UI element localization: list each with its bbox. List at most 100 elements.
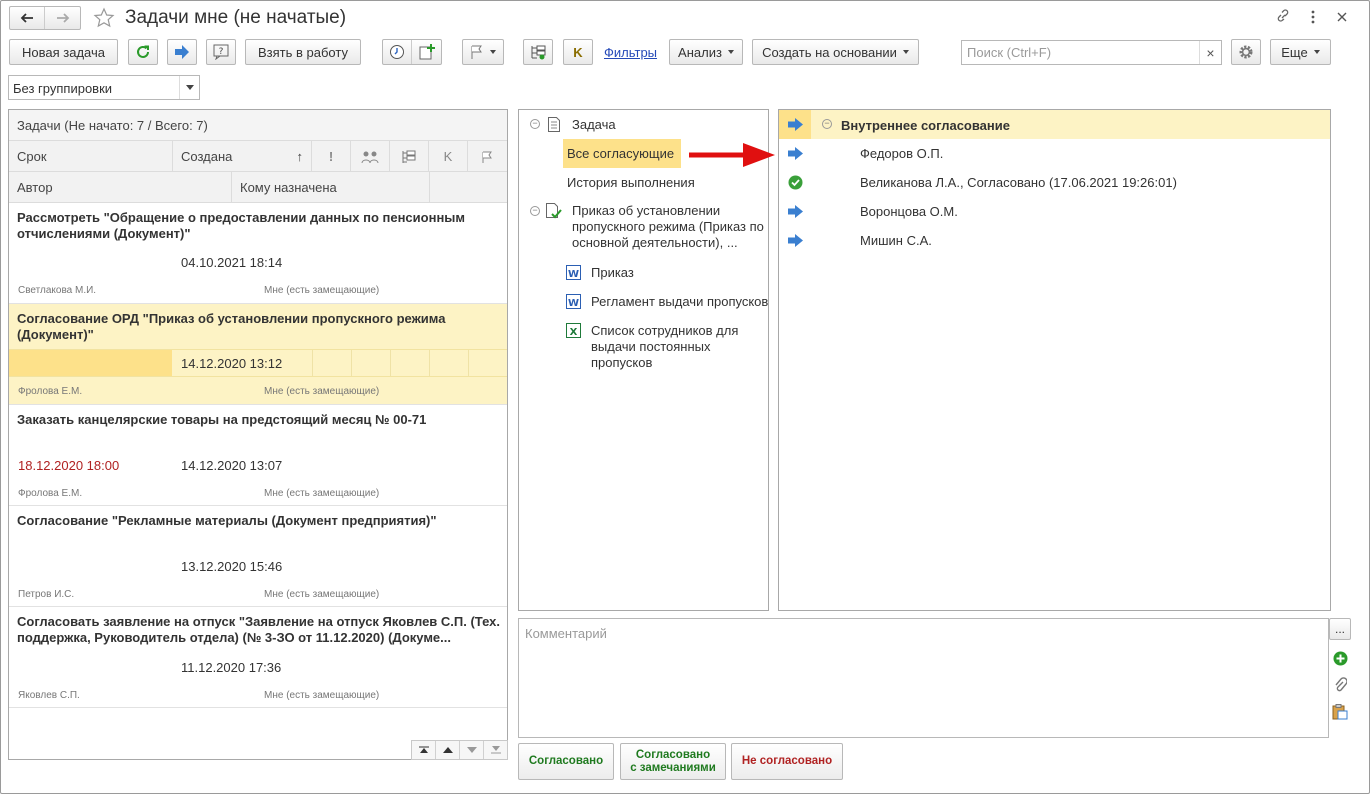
task-list-summary: Задачи (Не начато: 7 / Всего: 7)	[17, 118, 208, 133]
table-row[interactable]: Согласовать заявление на отпуск "Заявлен…	[9, 607, 507, 708]
refresh-button[interactable]	[128, 39, 158, 65]
analysis-dropdown[interactable]: Анализ	[669, 39, 743, 65]
column-k-label: K	[443, 149, 453, 164]
word-file-icon: W	[566, 294, 581, 309]
task-document-icon	[548, 117, 560, 132]
more-vertical-icon[interactable]	[1303, 7, 1323, 27]
filters-link[interactable]: Фильтры	[604, 45, 657, 60]
grouping-select[interactable]: Без группировки	[8, 75, 200, 100]
tree-file[interactable]: Приказ	[591, 265, 634, 281]
column-due[interactable]: Срок	[9, 141, 173, 172]
paperclip-icon	[1335, 677, 1347, 692]
reject-button[interactable]: Не согласовано	[731, 743, 843, 780]
column-author[interactable]: Автор	[9, 172, 232, 203]
selected-cell	[9, 350, 172, 376]
add-circle-icon	[1333, 651, 1347, 665]
search-input[interactable]: Поиск (Ctrl+F)	[967, 45, 1051, 60]
approve-with-remarks-line1: Согласовано	[635, 748, 711, 761]
favorite-star-icon[interactable]	[92, 6, 116, 30]
approver-row[interactable]: Воронцова О.М.	[779, 197, 1329, 226]
attach-button[interactable]	[1332, 677, 1348, 693]
column-hierarchy[interactable]	[390, 141, 429, 172]
approver-row[interactable]: Великанова Л.А., Согласовано (17.06.2021…	[779, 168, 1329, 197]
svg-text:W: W	[568, 298, 579, 309]
more-dropdown[interactable]: Еще	[1270, 39, 1331, 65]
hierarchy-icon	[531, 45, 546, 60]
task-created: 13.12.2020 15:46	[181, 559, 283, 574]
column-assignee[interactable]: Кому назначена	[232, 172, 430, 203]
tree-item-history[interactable]: История выполнения	[567, 175, 695, 191]
add-button[interactable]	[1332, 650, 1348, 666]
take-to-work-button[interactable]: Взять в работу	[245, 39, 361, 65]
task-author: Фролова Е.М.	[18, 386, 83, 397]
table-row[interactable]: Согласование "Рекламные материалы (Докум…	[9, 506, 507, 607]
column-author-label: Автор	[17, 180, 53, 195]
tree-file[interactable]: Регламент выдачи пропусков	[591, 294, 768, 310]
column-header-row-1: Срок Создана ↑ ! K	[9, 141, 507, 172]
forward-task-button[interactable]	[167, 39, 197, 65]
approve-with-remarks-button[interactable]: Согласовано с замечаниями	[620, 743, 726, 780]
table-row-selected[interactable]: Согласование ОРД "Приказ об установлении…	[9, 304, 507, 405]
add-document-icon	[419, 44, 435, 60]
comment-field[interactable]: Комментарий	[518, 618, 1329, 738]
sort-ascending-icon: ↑	[296, 149, 304, 164]
column-k[interactable]: K	[429, 141, 468, 172]
cell-divider	[390, 350, 391, 376]
comment-more-button[interactable]: ...	[1329, 618, 1351, 640]
people-icon	[361, 151, 379, 163]
create-based-on-dropdown[interactable]: Создать на основании	[752, 39, 919, 65]
create-subtask-button[interactable]	[412, 40, 441, 64]
new-task-button[interactable]: Новая задача	[9, 39, 118, 65]
help-button[interactable]: ?	[206, 39, 236, 65]
approve-button[interactable]: Согласовано	[518, 743, 614, 780]
column-participants[interactable]	[351, 141, 390, 172]
question-icon: ?	[213, 44, 229, 60]
flag-dropdown[interactable]	[462, 39, 504, 65]
collapse-icon[interactable]: −	[530, 119, 540, 129]
tree-item-all-approvers[interactable]: Все согласующие	[567, 146, 674, 162]
column-importance[interactable]: !	[312, 141, 351, 172]
move-bottom-button[interactable]	[484, 741, 507, 759]
pending-arrow-icon	[788, 147, 803, 160]
task-author: Светлакова М.И.	[18, 285, 97, 296]
column-created[interactable]: Создана ↑	[173, 141, 312, 172]
approval-list: − Внутреннее согласование Федоров О.П. В…	[778, 109, 1331, 611]
column-flag[interactable]	[468, 141, 507, 172]
create-based-on-label: Создать на основании	[762, 44, 897, 60]
svg-text:X: X	[570, 327, 578, 338]
collapse-icon[interactable]: −	[530, 206, 540, 216]
close-icon[interactable]	[1332, 7, 1352, 27]
approver-name: Федоров О.П.	[860, 146, 944, 161]
tree-item-document[interactable]: Приказ об установлении пропускного режим…	[572, 203, 768, 251]
back-button[interactable]	[10, 7, 45, 29]
forward-button[interactable]	[45, 7, 80, 29]
task-author: Яковлев С.П.	[18, 690, 80, 701]
task-list: Задачи (Не начато: 7 / Всего: 7) Срок Со…	[8, 109, 508, 760]
table-row[interactable]: Рассмотреть "Обращение о предоставлении …	[9, 203, 507, 304]
pending-arrow-icon	[788, 205, 803, 218]
link-icon[interactable]	[1273, 7, 1293, 27]
tree-item-task[interactable]: Задача	[572, 117, 616, 133]
approved-check-icon	[788, 175, 803, 190]
move-up-button[interactable]	[436, 741, 460, 759]
settings-button[interactable]	[1231, 39, 1261, 65]
k-button[interactable]: K	[563, 39, 593, 65]
approver-row[interactable]: Федоров О.П.	[779, 139, 1329, 168]
collapse-icon[interactable]: −	[822, 119, 832, 129]
clear-search-button[interactable]: ×	[1199, 41, 1221, 64]
forward-arrow-icon	[56, 13, 69, 23]
approver-name: Мишин С.А.	[860, 233, 932, 248]
paste-button[interactable]	[1331, 703, 1349, 721]
tree-file[interactable]: Список сотрудников для выдачи постоянных…	[591, 323, 766, 371]
move-top-button[interactable]	[412, 741, 436, 759]
table-row[interactable]: Заказать канцелярские товары на предстоя…	[9, 405, 507, 506]
approver-row[interactable]: Мишин С.А.	[779, 226, 1329, 255]
deadline-button[interactable]	[383, 40, 413, 64]
time-actions-group	[382, 39, 442, 65]
move-down-button[interactable]	[460, 741, 484, 759]
window-title: Задачи мне (не начатые)	[125, 7, 347, 28]
word-file-icon: W	[566, 265, 581, 280]
hierarchy-button[interactable]	[523, 39, 553, 65]
task-title: Заказать канцелярские товары на предстоя…	[17, 412, 427, 427]
hierarchy-icon	[402, 150, 416, 163]
